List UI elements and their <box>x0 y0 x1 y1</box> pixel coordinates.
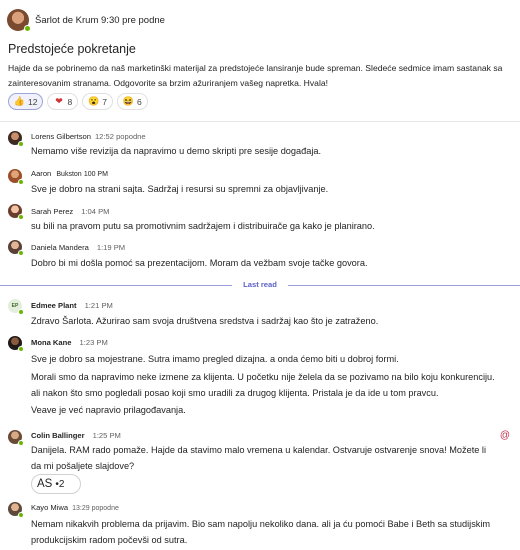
reply-text: Morali smo da napravimo neke izmene za k… <box>31 372 495 398</box>
avatar-initials: EP <box>11 303 19 309</box>
reply-author[interactable]: Lorens Gilbertson <box>31 132 91 141</box>
post-title: Predstojeće pokretanje <box>8 42 136 56</box>
reply-text: Nemam nikakvih problema da prijavim. Bio… <box>31 519 491 545</box>
reply-text: Sve je dobro na strani sajta. Sadržaj i … <box>31 184 329 194</box>
reaction-count: 12 <box>28 96 38 107</box>
presence-available-icon <box>18 309 24 315</box>
reply-author[interactable]: Colin Ballinger <box>31 431 85 440</box>
reply-author-extra: Bukston <box>56 171 82 178</box>
presence-available-icon <box>18 179 24 185</box>
reply-text: Danijela. RAM rado pomaže. Hajde da stav… <box>31 445 487 471</box>
reply-header: Mona Kane 1:23 PM <box>31 338 108 347</box>
avatar[interactable] <box>8 502 24 518</box>
reply-author[interactable]: Aaron <box>31 169 51 178</box>
avatar[interactable] <box>8 204 24 220</box>
avatar[interactable] <box>8 131 24 147</box>
reply-time: 100 PM <box>83 171 108 178</box>
presence-available-icon <box>18 250 24 256</box>
reply-header: Sarah Perez 1:04 PM <box>31 207 110 216</box>
post-meta: Šarlot de Krum 9:30 pre podne <box>35 15 165 26</box>
separator-line <box>288 285 520 286</box>
last-read-separator: Last read <box>0 280 520 290</box>
chip-count: •2 <box>55 478 65 490</box>
reply-author[interactable]: Sarah Perez <box>31 207 73 216</box>
reply-time: 1:19 PM <box>96 243 126 252</box>
reply-text: Zdravo Šarlota. Ažurirao sam svoja društ… <box>31 316 379 326</box>
reply-header: Colin Ballinger 1:25 PM <box>31 431 121 440</box>
reaction-surprised[interactable]: 😮 7 <box>82 93 113 110</box>
avatar[interactable] <box>8 336 24 352</box>
attachment-chip[interactable]: AS •2 <box>31 474 81 494</box>
avatar[interactable]: EP <box>8 299 24 315</box>
surprised-face-icon: 😮 <box>88 96 100 106</box>
presence-available-icon <box>18 512 24 518</box>
reply-time: 13:29 popodne <box>72 505 119 512</box>
presence-available-icon <box>24 25 31 32</box>
heart-icon: ❤ <box>55 96 63 106</box>
reply-text: Veave je već napravio prilagođavanja. <box>31 405 186 415</box>
chip-label: AS <box>37 478 53 490</box>
reply-header: Daniela Mandera 1:19 PM <box>31 243 125 252</box>
reply-time: 1:04 PM <box>81 207 110 216</box>
reply-text: Sve je dobro sa mojestrane. Sutra imamo … <box>31 354 399 364</box>
avatar[interactable] <box>7 9 31 32</box>
post-body: Hajde da se pobrinemo da naš marketinški… <box>8 63 503 88</box>
reply-text: Dobro bi mi došla pomoć sa prezentacijom… <box>31 258 368 268</box>
conversation-thread: Šarlot de Krum 9:30 pre podne Predstojeć… <box>0 0 520 550</box>
laughing-face-icon: 😆 <box>122 96 135 106</box>
reply-text: su bili na pravom putu sa promotivnim sa… <box>31 221 375 231</box>
presence-available-icon <box>18 141 24 147</box>
post-author[interactable]: Šarlot de Krum <box>35 15 98 26</box>
reply-author[interactable]: Daniela Mandera <box>31 243 89 252</box>
reply-author[interactable]: Mona Kane <box>31 338 72 347</box>
reply-author[interactable]: Edmee Plant <box>31 301 77 310</box>
reactions-bar: 👍 12 ❤ 8 😮 7 😆 6 <box>8 93 148 110</box>
reply-header: Kayo Miwa 13:29 popodne <box>31 503 119 512</box>
reply-time: 1:25 PM <box>92 431 121 440</box>
presence-available-icon <box>18 214 24 220</box>
thumbs-up-icon: 👍 <box>13 96 26 106</box>
avatar[interactable] <box>8 430 24 446</box>
reaction-count: 6 <box>136 96 142 107</box>
reaction-thumbs-up[interactable]: 👍 12 <box>8 93 44 110</box>
reply-author[interactable]: Kayo Miwa <box>31 503 68 512</box>
reply-header: Edmee Plant 1:21 PM <box>31 301 113 310</box>
reaction-count: 8 <box>67 96 73 107</box>
reaction-count: 7 <box>102 96 107 107</box>
avatar[interactable] <box>8 169 24 185</box>
original-post: Šarlot de Krum 9:30 pre podne Predstojeć… <box>0 0 520 118</box>
presence-available-icon <box>18 440 24 446</box>
reply-time: 1:23 PM <box>79 338 108 347</box>
avatar[interactable] <box>8 240 24 256</box>
divider <box>0 121 520 122</box>
reply-text: Nemamo više revizija da napravimo u demo… <box>31 146 322 156</box>
reply-header: Lorens Gilbertson 12:52 popodne <box>31 132 146 141</box>
post-time: 9:30 pre podne <box>101 15 165 26</box>
reaction-heart[interactable]: ❤ 8 <box>47 93 79 110</box>
mention-at-icon: @ <box>499 430 510 441</box>
presence-available-icon <box>18 346 24 352</box>
reaction-laughing[interactable]: 😆 6 <box>116 93 148 110</box>
reply-time: 12:52 popodne <box>94 132 146 141</box>
reply-header: Aaron Bukston 100 PM <box>31 169 108 178</box>
reply-time: 1:21 PM <box>84 301 113 310</box>
